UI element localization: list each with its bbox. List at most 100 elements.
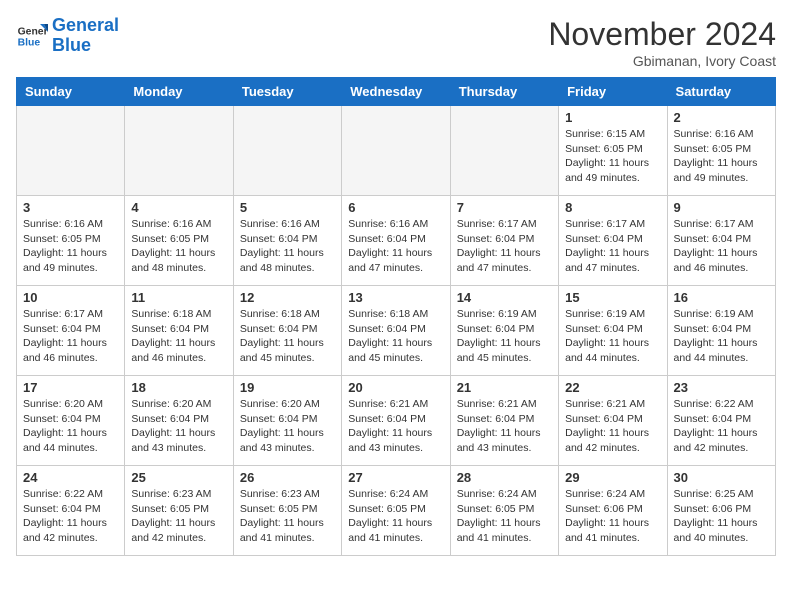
- day-number: 25: [131, 470, 226, 485]
- day-info: Sunrise: 6:17 AM Sunset: 6:04 PM Dayligh…: [674, 217, 769, 276]
- header: General Blue GeneralBlue November 2024 G…: [16, 16, 776, 69]
- logo: General Blue GeneralBlue: [16, 16, 119, 56]
- col-header-tuesday: Tuesday: [233, 78, 341, 106]
- calendar-cell: 9 Sunrise: 6:17 AM Sunset: 6:04 PM Daylig…: [667, 196, 775, 286]
- day-number: 27: [348, 470, 443, 485]
- calendar-cell: [17, 106, 125, 196]
- day-info: Sunrise: 6:18 AM Sunset: 6:04 PM Dayligh…: [131, 307, 226, 366]
- day-info: Sunrise: 6:25 AM Sunset: 6:06 PM Dayligh…: [674, 487, 769, 546]
- svg-text:Blue: Blue: [18, 37, 41, 48]
- calendar-header-row: SundayMondayTuesdayWednesdayThursdayFrid…: [17, 78, 776, 106]
- day-info: Sunrise: 6:23 AM Sunset: 6:05 PM Dayligh…: [131, 487, 226, 546]
- calendar-cell: [342, 106, 450, 196]
- calendar-cell: 4 Sunrise: 6:16 AM Sunset: 6:05 PM Daylig…: [125, 196, 233, 286]
- day-info: Sunrise: 6:22 AM Sunset: 6:04 PM Dayligh…: [674, 397, 769, 456]
- calendar-cell: 28Sunrise: 6:24 AM Sunset: 6:05 PM Dayli…: [450, 466, 558, 556]
- calendar-cell: 30 Sunrise: 6:25 AM Sunset: 6:06 PM Dayli…: [667, 466, 775, 556]
- day-number: 9: [674, 200, 769, 215]
- calendar-table: SundayMondayTuesdayWednesdayThursdayFrid…: [16, 77, 776, 556]
- day-number: 21: [457, 380, 552, 395]
- calendar-cell: 19Sunrise: 6:20 AM Sunset: 6:04 PM Dayli…: [233, 376, 341, 466]
- calendar-cell: 16 Sunrise: 6:19 AM Sunset: 6:04 PM Dayli…: [667, 286, 775, 376]
- day-number: 5: [240, 200, 335, 215]
- day-info: Sunrise: 6:16 AM Sunset: 6:05 PM Dayligh…: [674, 127, 769, 186]
- day-number: 11: [131, 290, 226, 305]
- day-number: 13: [348, 290, 443, 305]
- day-number: 22: [565, 380, 660, 395]
- day-info: Sunrise: 6:19 AM Sunset: 6:04 PM Dayligh…: [457, 307, 552, 366]
- day-number: 12: [240, 290, 335, 305]
- day-info: Sunrise: 6:18 AM Sunset: 6:04 PM Dayligh…: [240, 307, 335, 366]
- day-number: 15: [565, 290, 660, 305]
- calendar-cell: 26 Sunrise: 6:23 AM Sunset: 6:05 PM Dayli…: [233, 466, 341, 556]
- logo-icon: General Blue: [16, 20, 48, 52]
- day-number: 30: [674, 470, 769, 485]
- calendar-cell: 12 Sunrise: 6:18 AM Sunset: 6:04 PM Dayli…: [233, 286, 341, 376]
- logo-text: GeneralBlue: [52, 16, 119, 56]
- day-info: Sunrise: 6:20 AM Sunset: 6:04 PM Dayligh…: [23, 397, 118, 456]
- calendar-cell: 22Sunrise: 6:21 AM Sunset: 6:04 PM Dayli…: [559, 376, 667, 466]
- calendar-week-row: 1 Sunrise: 6:15 AM Sunset: 6:05 PM Daylig…: [17, 106, 776, 196]
- day-number: 26: [240, 470, 335, 485]
- col-header-friday: Friday: [559, 78, 667, 106]
- day-info: Sunrise: 6:17 AM Sunset: 6:04 PM Dayligh…: [23, 307, 118, 366]
- day-info: Sunrise: 6:16 AM Sunset: 6:04 PM Dayligh…: [348, 217, 443, 276]
- day-number: 6: [348, 200, 443, 215]
- day-info: Sunrise: 6:17 AM Sunset: 6:04 PM Dayligh…: [565, 217, 660, 276]
- day-number: 4: [131, 200, 226, 215]
- day-number: 1: [565, 110, 660, 125]
- calendar-cell: 21 Sunrise: 6:21 AM Sunset: 6:04 PM Dayli…: [450, 376, 558, 466]
- day-number: 16: [674, 290, 769, 305]
- day-info: Sunrise: 6:23 AM Sunset: 6:05 PM Dayligh…: [240, 487, 335, 546]
- calendar-cell: 8 Sunrise: 6:17 AM Sunset: 6:04 PM Daylig…: [559, 196, 667, 286]
- calendar-cell: 1 Sunrise: 6:15 AM Sunset: 6:05 PM Daylig…: [559, 106, 667, 196]
- day-number: 14: [457, 290, 552, 305]
- calendar-cell: 11 Sunrise: 6:18 AM Sunset: 6:04 PM Dayli…: [125, 286, 233, 376]
- calendar-cell: 29Sunrise: 6:24 AM Sunset: 6:06 PM Dayli…: [559, 466, 667, 556]
- calendar-week-row: 17 Sunrise: 6:20 AM Sunset: 6:04 PM Dayli…: [17, 376, 776, 466]
- calendar-cell: 6 Sunrise: 6:16 AM Sunset: 6:04 PM Daylig…: [342, 196, 450, 286]
- calendar-cell: 3Sunrise: 6:16 AM Sunset: 6:05 PM Daylig…: [17, 196, 125, 286]
- calendar-cell: 17 Sunrise: 6:20 AM Sunset: 6:04 PM Dayli…: [17, 376, 125, 466]
- day-info: Sunrise: 6:16 AM Sunset: 6:05 PM Dayligh…: [23, 217, 118, 276]
- day-info: Sunrise: 6:24 AM Sunset: 6:06 PM Dayligh…: [565, 487, 660, 546]
- calendar-cell: 25 Sunrise: 6:23 AM Sunset: 6:05 PM Dayli…: [125, 466, 233, 556]
- day-info: Sunrise: 6:19 AM Sunset: 6:04 PM Dayligh…: [674, 307, 769, 366]
- calendar-cell: 5 Sunrise: 6:16 AM Sunset: 6:04 PM Daylig…: [233, 196, 341, 286]
- calendar-cell: 2 Sunrise: 6:16 AM Sunset: 6:05 PM Daylig…: [667, 106, 775, 196]
- svg-text:General: General: [18, 26, 48, 37]
- day-info: Sunrise: 6:19 AM Sunset: 6:04 PM Dayligh…: [565, 307, 660, 366]
- calendar-cell: [125, 106, 233, 196]
- title-area: November 2024 Gbimanan, Ivory Coast: [548, 16, 776, 69]
- day-info: Sunrise: 6:24 AM Sunset: 6:05 PM Dayligh…: [457, 487, 552, 546]
- calendar-week-row: 24 Sunrise: 6:22 AM Sunset: 6:04 PM Dayli…: [17, 466, 776, 556]
- day-number: 23: [674, 380, 769, 395]
- day-info: Sunrise: 6:16 AM Sunset: 6:05 PM Dayligh…: [131, 217, 226, 276]
- location-subtitle: Gbimanan, Ivory Coast: [548, 53, 776, 69]
- calendar-cell: 13 Sunrise: 6:18 AM Sunset: 6:04 PM Dayli…: [342, 286, 450, 376]
- day-info: Sunrise: 6:16 AM Sunset: 6:04 PM Dayligh…: [240, 217, 335, 276]
- day-info: Sunrise: 6:17 AM Sunset: 6:04 PM Dayligh…: [457, 217, 552, 276]
- month-title: November 2024: [548, 16, 776, 53]
- col-header-monday: Monday: [125, 78, 233, 106]
- day-info: Sunrise: 6:15 AM Sunset: 6:05 PM Dayligh…: [565, 127, 660, 186]
- calendar-cell: 20 Sunrise: 6:21 AM Sunset: 6:04 PM Dayli…: [342, 376, 450, 466]
- calendar-cell: 24 Sunrise: 6:22 AM Sunset: 6:04 PM Dayli…: [17, 466, 125, 556]
- day-number: 24: [23, 470, 118, 485]
- day-number: 18: [131, 380, 226, 395]
- col-header-thursday: Thursday: [450, 78, 558, 106]
- day-number: 20: [348, 380, 443, 395]
- day-number: 17: [23, 380, 118, 395]
- calendar-week-row: 10Sunrise: 6:17 AM Sunset: 6:04 PM Dayli…: [17, 286, 776, 376]
- day-number: 8: [565, 200, 660, 215]
- day-number: 2: [674, 110, 769, 125]
- col-header-wednesday: Wednesday: [342, 78, 450, 106]
- day-info: Sunrise: 6:24 AM Sunset: 6:05 PM Dayligh…: [348, 487, 443, 546]
- calendar-cell: 27 Sunrise: 6:24 AM Sunset: 6:05 PM Dayli…: [342, 466, 450, 556]
- day-info: Sunrise: 6:21 AM Sunset: 6:04 PM Dayligh…: [457, 397, 552, 456]
- day-info: Sunrise: 6:18 AM Sunset: 6:04 PM Dayligh…: [348, 307, 443, 366]
- day-info: Sunrise: 6:21 AM Sunset: 6:04 PM Dayligh…: [348, 397, 443, 456]
- day-info: Sunrise: 6:22 AM Sunset: 6:04 PM Dayligh…: [23, 487, 118, 546]
- calendar-cell: 10Sunrise: 6:17 AM Sunset: 6:04 PM Dayli…: [17, 286, 125, 376]
- calendar-cell: [450, 106, 558, 196]
